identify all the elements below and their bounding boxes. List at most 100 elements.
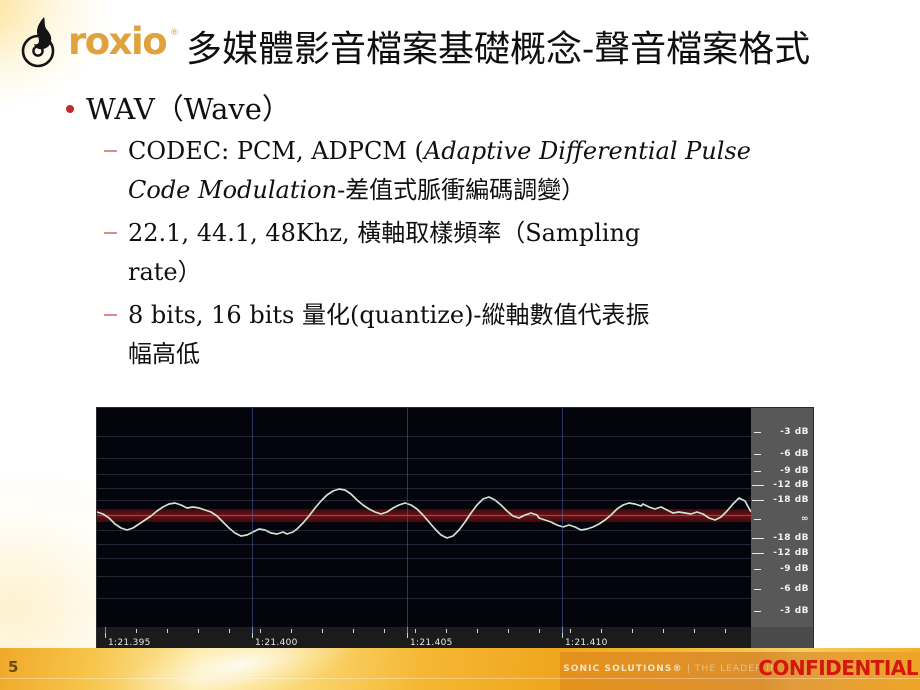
db-scale-label-text: -3 dB <box>780 606 809 616</box>
timeline-tick-minor <box>136 629 137 633</box>
quantize-line1: 8 bits, 16 bits 量化(quantize)-縱軸數值代表振 <box>128 301 650 329</box>
timeline-label: 1:21.410 <box>565 638 608 648</box>
bullet-dash-icon <box>104 150 117 152</box>
db-scale-label: -3 dB <box>751 426 813 439</box>
grid-line <box>97 458 751 459</box>
db-scale-label-text: -18 dB <box>773 533 809 543</box>
db-scale-tick-icon <box>754 569 761 570</box>
grid-line <box>97 436 751 437</box>
db-scale-label: -12 dB <box>751 479 813 492</box>
db-scale-tick-icon <box>754 589 761 590</box>
timeline-tick-minor <box>725 629 726 633</box>
brand-registered-mark: ® <box>672 664 683 674</box>
db-scale-tick-icon <box>754 454 761 455</box>
timeline-tick-minor <box>291 629 292 633</box>
db-scale-label-text: -9 dB <box>780 564 809 574</box>
timeline-tick-minor <box>167 629 168 633</box>
db-scale-label-text: -12 dB <box>773 548 809 558</box>
logo-wordmark: roxio <box>68 20 168 63</box>
timeline-tick-minor <box>260 629 261 633</box>
timeline-tick-minor <box>601 629 602 633</box>
timeline-tick-minor <box>384 629 385 633</box>
page-title: 多媒體影音檔案基礎概念-聲音檔案格式 <box>186 29 811 70</box>
db-scale-label-text: ∞ <box>801 514 809 524</box>
db-scale-tick-icon <box>752 553 764 554</box>
sonic-solutions-brand: SONIC SOLUTIONS® | THE LEADER IN <box>563 664 778 674</box>
timeline-tick-minor <box>663 629 664 633</box>
timeline-label: 1:21.400 <box>255 638 298 648</box>
db-scale-label: -9 dB <box>751 465 813 478</box>
timeline-playhead-marker <box>105 627 106 633</box>
bullet-level2-sampling-rate: 22.1, 44.1, 48Khz, 橫軸取樣頻率（Sampling rate） <box>0 214 920 292</box>
grid-line <box>97 488 751 489</box>
timeline-tick-minor <box>322 629 323 633</box>
db-scale-label-text: -6 dB <box>780 584 809 594</box>
timeline-tick-minor <box>415 629 416 633</box>
brand-name: SONIC SOLUTIONS <box>563 664 673 674</box>
quantize-line2: 幅高低 <box>128 340 200 368</box>
db-scale-tick-icon <box>754 432 761 433</box>
db-scale-label-text: -9 dB <box>780 466 809 476</box>
grid-line <box>97 558 751 559</box>
footer-light-streak <box>115 648 365 690</box>
timeline-tick-minor <box>446 629 447 633</box>
bullet-level2-quantize: 8 bits, 16 bits 量化(quantize)-縱軸數值代表振 幅高低 <box>0 296 920 374</box>
bullet-dash-icon <box>104 314 117 316</box>
timeline-tick-minor <box>694 629 695 633</box>
timeline-tick-minor <box>198 629 199 633</box>
grid-line-vertical <box>407 408 408 627</box>
timeline-playhead-marker <box>407 627 408 633</box>
codec-text-italic-2: Code Modulation <box>128 176 338 204</box>
bullet-level2-codec: CODEC: PCM, ADPCM (Adaptive Differential… <box>0 132 920 210</box>
bullet-level1-text: WAV（Wave） <box>86 92 291 126</box>
slide-footer: 5 SONIC SOLUTIONS® | THE LEADER IN CONFI… <box>0 648 920 690</box>
grid-line <box>97 474 751 475</box>
timeline-playhead-marker <box>252 627 253 633</box>
grid-line <box>97 530 751 531</box>
logo-registered-mark: ® <box>170 28 179 38</box>
flame-disc-icon <box>18 14 74 70</box>
grid-line <box>97 544 751 545</box>
grid-line-vertical <box>562 408 563 627</box>
db-scale-label: -3 dB <box>751 605 813 618</box>
grid-line <box>97 576 751 577</box>
timeline-playhead-marker <box>562 627 563 633</box>
audio-editor-screenshot: -3 dB -6 dB -9 dB -12 dB -18 dB ∞ -18 dB -12 dB… <box>97 408 813 652</box>
sampling-rate-line1: 22.1, 44.1, 48Khz, 橫軸取樣頻率（Sampling <box>128 219 641 247</box>
codec-text-post: -差值式脈衝編碼調變） <box>337 176 586 204</box>
db-scale-label: -9 dB <box>751 563 813 576</box>
db-scale-label-text: -18 dB <box>773 495 809 505</box>
db-scale-label-text: -6 dB <box>780 449 809 459</box>
timeline-label: 1:21.395 <box>108 638 151 648</box>
db-scale-label-text: -3 dB <box>780 427 809 437</box>
db-scale-tick-icon <box>754 519 761 520</box>
timeline-tick-minor <box>539 629 540 633</box>
grid-line <box>97 500 751 501</box>
db-scale-label: ∞ <box>751 513 813 526</box>
timeline-label: 1:21.405 <box>410 638 453 648</box>
codec-text-italic-1: Adaptive Differential Pulse <box>423 137 751 165</box>
timeline-tick-minor <box>632 629 633 633</box>
grid-line-vertical <box>252 408 253 627</box>
waveform-pane <box>97 408 751 627</box>
timeline-tick-minor <box>353 629 354 633</box>
timeline-tick-minor <box>229 629 230 633</box>
slide-number: 5 <box>8 658 19 676</box>
db-scale-label: -12 dB <box>751 547 813 560</box>
db-scale-tick-icon <box>752 485 764 486</box>
slide-body: WAV（Wave） CODEC: PCM, ADPCM (Adaptive Di… <box>0 90 920 374</box>
bullet-dot-icon <box>66 105 74 113</box>
db-scale-tick-icon <box>752 500 764 501</box>
slide: roxio ® 多媒體影音檔案基礎概念-聲音檔案格式 WAV（Wave） COD… <box>0 0 920 690</box>
db-scale-label: -18 dB <box>751 494 813 507</box>
confidential-stamp: CONFIDENTIAL <box>758 656 918 680</box>
db-scale-tick-icon <box>754 471 761 472</box>
sampling-rate-line2: rate） <box>128 258 202 286</box>
db-scale-label: -6 dB <box>751 583 813 596</box>
timeline-tick-minor <box>477 629 478 633</box>
db-scale-label-text: -12 dB <box>773 480 809 490</box>
db-scale-label: -6 dB <box>751 448 813 461</box>
bullet-level1-wav: WAV（Wave） <box>0 90 920 128</box>
roxio-logo: roxio ® <box>18 12 183 70</box>
grid-line <box>97 598 751 599</box>
